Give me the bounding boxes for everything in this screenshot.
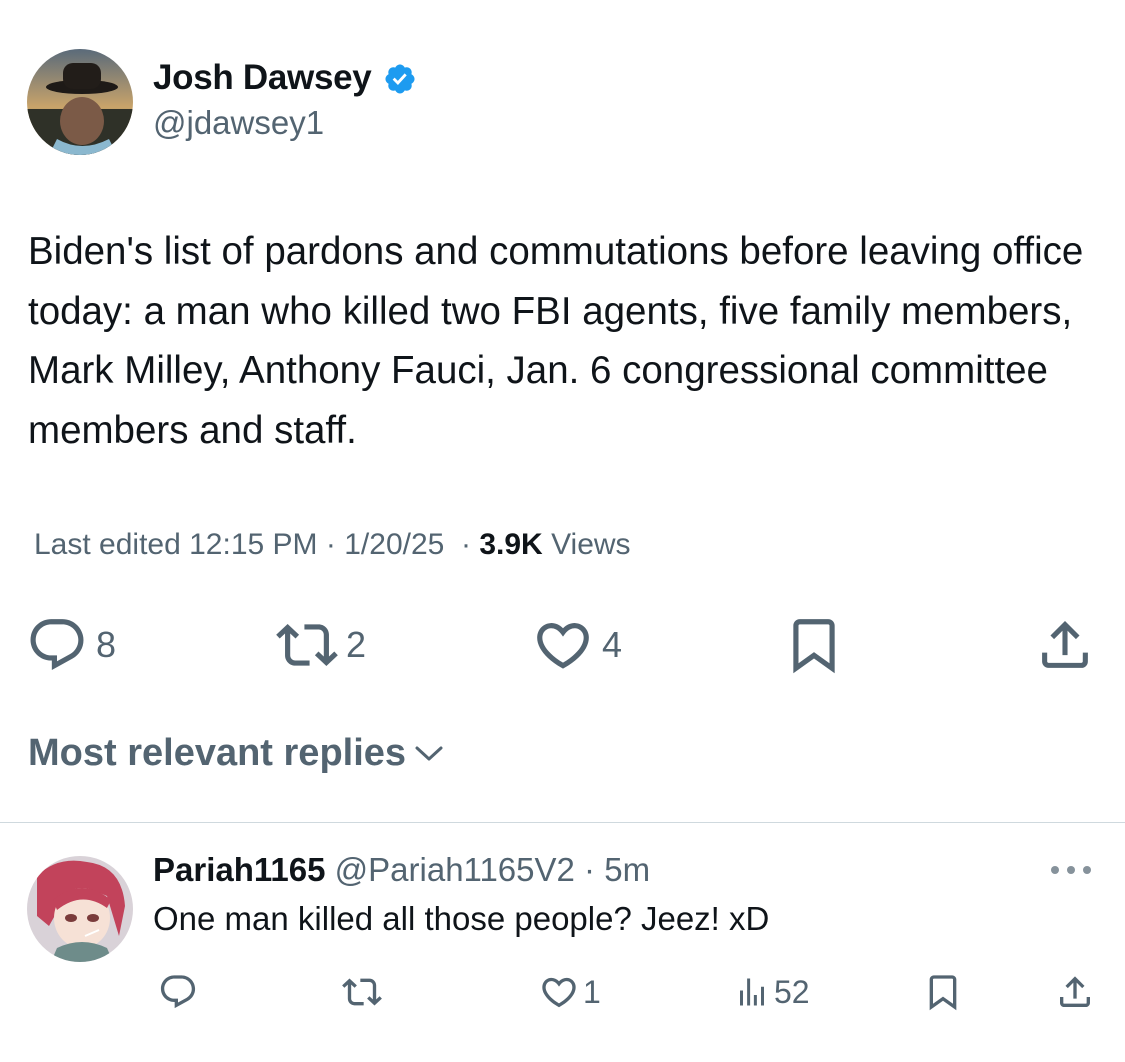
author-name[interactable]: Josh Dawsey	[153, 58, 372, 98]
reply-icon	[30, 619, 84, 671]
reply-avatar[interactable]	[27, 856, 133, 962]
reply-header: Pariah1165 @Pariah1165V2 · 5m	[153, 851, 650, 889]
tweet-date[interactable]: 1/20/25	[344, 528, 444, 561]
verified-badge-icon	[385, 64, 415, 94]
retweet-icon	[342, 978, 382, 1006]
bookmark-icon	[929, 975, 957, 1011]
like-icon	[542, 977, 576, 1008]
reply-views-count: 52	[774, 973, 810, 1010]
reply-like-count: 1	[583, 973, 601, 1010]
views-icon	[740, 978, 764, 1006]
reply-like-button[interactable]: 1	[539, 972, 601, 1012]
tweet-time[interactable]: 12:15 PM	[189, 528, 317, 561]
share-icon	[1042, 621, 1088, 668]
retweet-count: 2	[346, 624, 367, 665]
reply-button[interactable]: 8	[26, 614, 116, 676]
reply-author-handle[interactable]: @Pariah1165V2	[335, 851, 575, 888]
reply-bookmark-button[interactable]	[925, 972, 961, 1012]
meta-separator: ·	[325, 528, 336, 561]
tweet-text: Biden's list of pardons and commutations…	[28, 230, 1084, 452]
chevron-down-icon	[415, 746, 443, 760]
bookmark-button[interactable]	[788, 614, 840, 676]
author-handle[interactable]: @jdawsey1	[153, 104, 324, 142]
edited-label[interactable]: Last edited	[34, 528, 181, 561]
share-icon	[1060, 976, 1090, 1007]
tweet-meta: Last edited 12:15 PM · 1/20/25 · 3.9K Vi…	[34, 528, 631, 562]
reply-text: One man killed all those people? Jeez! x…	[153, 900, 770, 937]
reply-count: 8	[96, 624, 117, 665]
divider	[0, 822, 1125, 823]
reply-author-name[interactable]: Pariah1165	[153, 851, 325, 888]
like-count: 4	[602, 624, 623, 665]
retweet-button[interactable]: 2	[276, 614, 366, 676]
retweet-icon	[276, 624, 338, 666]
reply-retweet-button[interactable]	[342, 972, 382, 1012]
replies-sort-label: Most relevant replies	[28, 732, 407, 774]
share-button[interactable]	[1037, 614, 1093, 676]
meta-separator: ·	[452, 528, 471, 561]
like-icon	[537, 623, 589, 669]
reply-icon	[160, 975, 196, 1009]
replies-sort-dropdown[interactable]: Most relevant replies	[28, 732, 444, 775]
reply-views-button[interactable]: 52	[734, 972, 810, 1012]
reply-separator: ·	[584, 851, 596, 888]
views-count[interactable]: 3.9K	[479, 528, 542, 561]
views-label: Views	[551, 528, 631, 561]
author-avatar[interactable]	[27, 49, 133, 155]
like-button[interactable]: 4	[532, 614, 622, 676]
more-icon[interactable]	[1048, 858, 1094, 882]
reply-share-button[interactable]	[1056, 972, 1094, 1012]
reply-reply-button[interactable]	[158, 972, 198, 1012]
bookmark-icon	[793, 619, 835, 674]
reply-time[interactable]: 5m	[604, 851, 650, 888]
